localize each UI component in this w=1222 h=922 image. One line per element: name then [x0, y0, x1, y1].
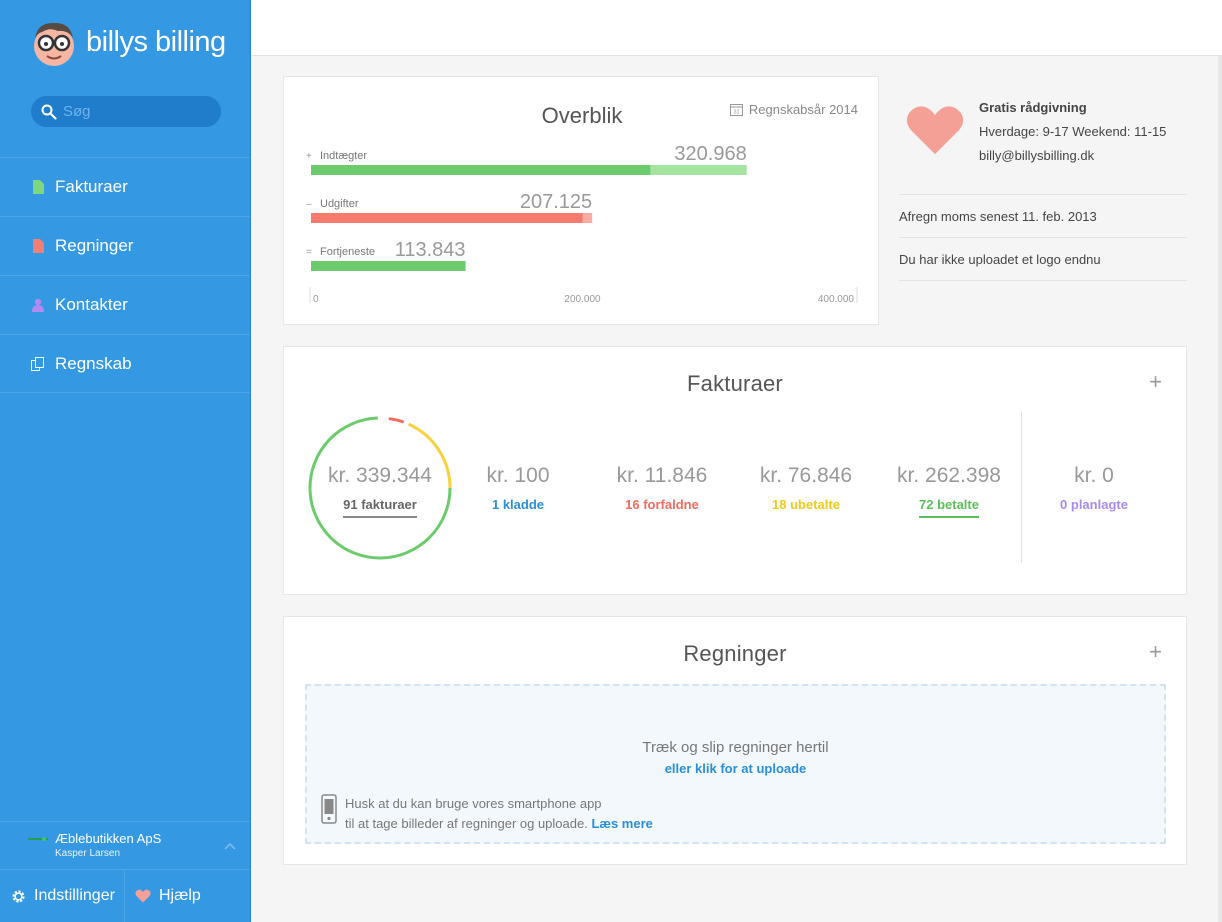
stat-unpaid-link[interactable]: 18 ubetalte — [772, 497, 840, 516]
add-invoice-button[interactable]: + — [1149, 369, 1162, 395]
stat-overdue: kr. 11.846 16 forfaldne — [592, 464, 732, 516]
bar-category-label: Fortjeneste — [320, 246, 375, 258]
bar-realized — [311, 213, 583, 223]
free-advice-box: Gratis rådgivning Hverdage: 9-17 Weekend… — [899, 96, 1187, 195]
read-more-link[interactable]: Læs mere — [591, 816, 652, 831]
bills-dropzone[interactable]: Træk og slip regninger hertil eller klik… — [305, 684, 1166, 844]
stat-amount: kr. 76.846 — [759, 464, 853, 487]
add-bill-button[interactable]: + — [1149, 639, 1162, 665]
advice-heading: Gratis rådgivning — [979, 100, 1087, 115]
contact-icon — [30, 298, 46, 312]
bill-icon — [30, 239, 46, 253]
info-panel: Gratis rådgivning Hverdage: 9-17 Weekend… — [899, 96, 1187, 281]
sidebar-item-regnskab[interactable]: Regnskab — [0, 334, 250, 393]
sidebar-item-kontakter[interactable]: Kontakter — [0, 275, 250, 334]
top-bar — [251, 0, 1222, 56]
vat-notice[interactable]: Afregn moms senest 11. feb. 2013 — [899, 195, 1187, 238]
x-tick-label: 0 — [313, 294, 319, 305]
settings-label: Indstillinger — [34, 887, 115, 904]
upload-link[interactable]: eller klik for at uploade — [307, 761, 1164, 776]
bar-prefix: + — [306, 151, 312, 162]
logo-notice[interactable]: Du har ikke uploadet et logo endnu — [899, 238, 1187, 281]
stat-draft: kr. 100 1 kladde — [448, 464, 588, 516]
app-tip: Husk at du kan bruge vores smartphone ap… — [321, 794, 653, 834]
bills-title: Regninger — [683, 641, 787, 666]
advice-hours: Hverdage: 9-17 Weekend: 11-15 — [979, 124, 1167, 139]
bar-realized — [311, 165, 651, 175]
invoices-title: Fakturaer — [687, 371, 783, 396]
sidebar: billys billing Fakturaer Regninger Konta… — [0, 0, 251, 922]
bar-value-label: 207.125 — [520, 191, 592, 213]
help-button[interactable]: Hjælp — [125, 870, 201, 922]
invoices-total: kr. 339.344 91 fakturaer — [305, 464, 455, 518]
dropzone-text: Træk og slip regninger hertil — [642, 739, 829, 756]
heart-icon — [135, 889, 151, 903]
company-switcher[interactable]: Æblebutikken ApS Kasper Larsen — [0, 821, 250, 869]
company-name: Æblebutikken ApS — [55, 831, 162, 846]
accounting-icon — [30, 356, 46, 371]
app-logo[interactable]: billys billing — [30, 18, 226, 66]
invoices-card: Fakturaer + kr. 339.344 91 fakturaer kr.… — [283, 346, 1187, 595]
stat-scheduled: kr. 0 0 planlagte — [1024, 464, 1164, 516]
settings-button[interactable]: Indstillinger — [0, 870, 125, 922]
stat-scheduled-link[interactable]: 0 planlagte — [1060, 497, 1128, 516]
user-name: Kasper Larsen — [55, 848, 121, 859]
stat-amount: kr. 11.846 — [616, 464, 708, 487]
overview-title: Overblik — [542, 103, 624, 128]
overview-chart: Overblik + Indtægter 320.968 – Udgifter 207.1… — [306, 103, 858, 305]
x-tick-label: 200.000 — [564, 294, 601, 305]
sidebar-item-regninger[interactable]: Regninger — [0, 216, 250, 275]
stat-overdue-link[interactable]: 16 forfaldne — [625, 497, 699, 516]
bar-prefix: = — [306, 247, 312, 258]
search-box[interactable] — [31, 96, 221, 127]
help-label: Hjælp — [159, 887, 201, 904]
sidebar-item-label: Regninger — [55, 236, 134, 255]
sidebar-item-label: Fakturaer — [55, 177, 128, 196]
bar-realized — [311, 261, 466, 271]
bar-value-label: 113.843 — [395, 239, 466, 261]
company-logo-icon — [28, 836, 48, 841]
donut-segment-overdue — [388, 417, 405, 424]
divider — [1021, 412, 1022, 563]
invoices-total-link[interactable]: 91 fakturaer — [343, 497, 417, 518]
search-icon — [41, 104, 57, 120]
invoices-total-amount: kr. 339.344 — [328, 464, 432, 487]
sidebar-item-label: Kontakter — [55, 295, 128, 314]
scrollbar[interactable] — [1218, 56, 1222, 922]
search-input[interactable] — [63, 103, 213, 120]
sidebar-item-label: Regnskab — [55, 353, 132, 373]
bar-category-label: Indtægter — [320, 150, 367, 162]
stat-unpaid: kr. 76.846 18 ubetalte — [736, 464, 876, 516]
bar-prefix: – — [306, 199, 312, 210]
stat-amount: kr. 100 — [486, 464, 550, 487]
stat-paid: kr. 262.398 72 betalte — [879, 464, 1019, 518]
sidebar-footer: Indstillinger Hjælp — [0, 869, 250, 922]
tip-line-1: Husk at du kan bruge vores smartphone ap… — [345, 796, 602, 811]
bar-category-label: Udgifter — [320, 198, 359, 210]
tip-line-2: til at tage billeder af regninger og upl… — [345, 816, 588, 831]
stat-draft-link[interactable]: 1 kladde — [492, 497, 544, 516]
advice-email[interactable]: billy@billysbilling.dk — [979, 144, 1166, 168]
invoice-icon — [30, 180, 46, 194]
gear-icon — [12, 889, 25, 903]
stat-paid-link[interactable]: 72 betalte — [919, 497, 979, 518]
chevron-up-icon — [224, 842, 236, 850]
smartphone-icon — [321, 794, 337, 824]
heart-icon — [906, 106, 964, 155]
billy-mascot-icon — [34, 22, 74, 66]
overview-card: 31 Regnskabsår 2014 Overblik + Indtægter 3… — [283, 76, 879, 325]
app-name: billys billing — [86, 25, 226, 58]
x-tick-label: 400.000 — [818, 294, 855, 305]
bills-card: Regninger + Træk og slip regninger herti… — [283, 616, 1187, 865]
sidebar-nav: Fakturaer Regninger Kontakter Regnskab — [0, 157, 250, 393]
stat-amount: kr. 0 — [1074, 464, 1114, 487]
bar-value-label: 320.968 — [674, 143, 746, 165]
stat-amount: kr. 262.398 — [897, 464, 1001, 487]
sidebar-item-fakturaer[interactable]: Fakturaer — [0, 157, 250, 216]
